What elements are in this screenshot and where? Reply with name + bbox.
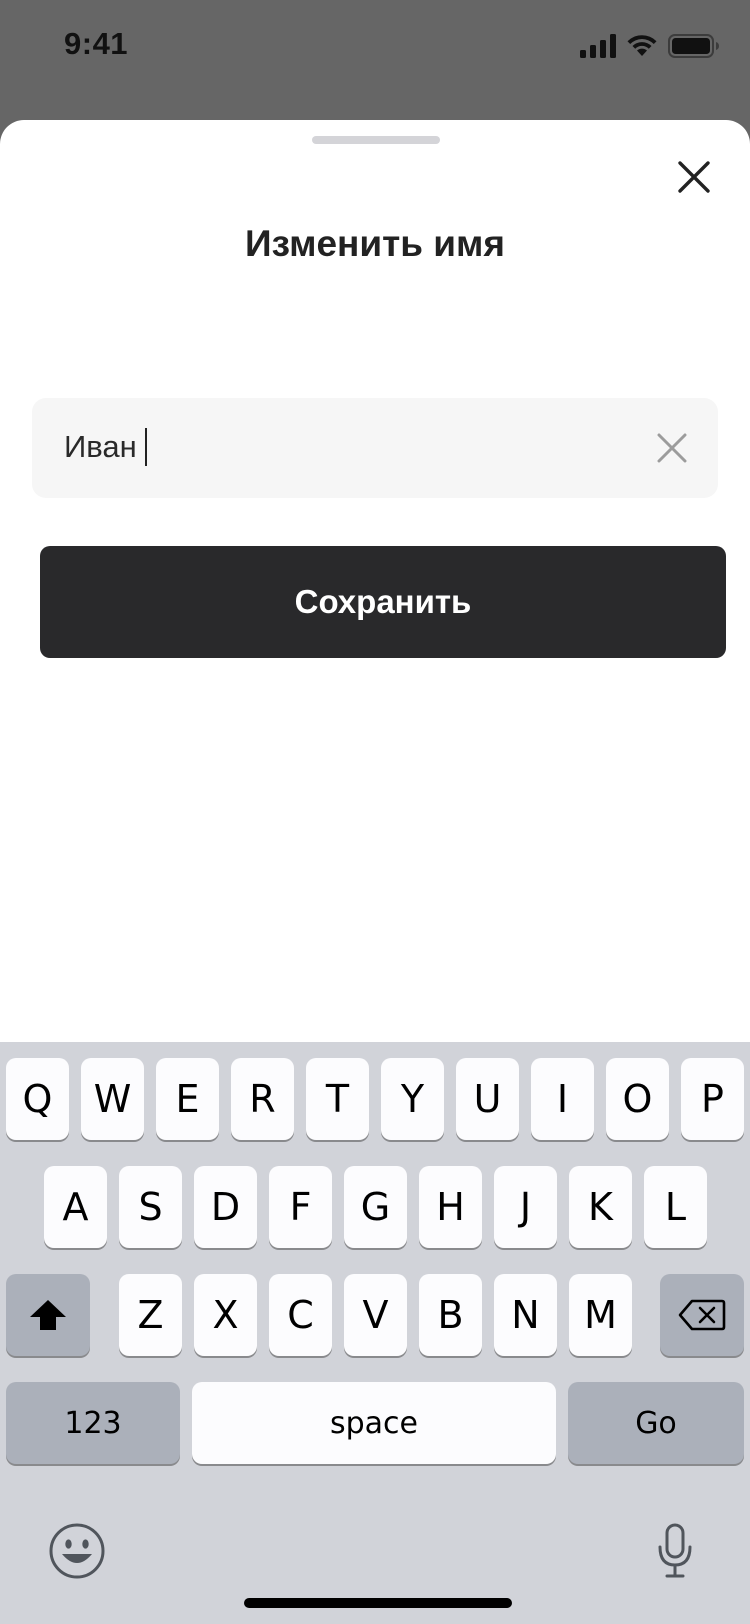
backspace-icon <box>678 1299 726 1331</box>
key-t[interactable]: T <box>306 1058 369 1140</box>
key-m[interactable]: M <box>569 1274 632 1356</box>
key-w[interactable]: W <box>81 1058 144 1140</box>
wifi-icon <box>627 35 657 56</box>
key-u[interactable]: U <box>456 1058 519 1140</box>
cellular-signal-icon <box>580 34 616 58</box>
key-q[interactable]: Q <box>6 1058 69 1140</box>
sheet-title: Изменить имя <box>245 223 505 264</box>
clear-input-button[interactable] <box>648 424 696 472</box>
emoji-button[interactable] <box>46 1520 108 1582</box>
key-e[interactable]: E <box>156 1058 219 1140</box>
status-time: 9:41 <box>64 26 129 61</box>
shift-icon <box>30 1300 66 1330</box>
key-a[interactable]: A <box>44 1166 107 1248</box>
battery-icon <box>668 34 719 58</box>
key-l[interactable]: L <box>644 1166 707 1248</box>
status-bar: 9:41 <box>0 0 750 94</box>
key-p[interactable]: P <box>681 1058 744 1140</box>
clear-icon <box>657 433 687 463</box>
key-c[interactable]: C <box>269 1274 332 1356</box>
name-input[interactable]: Иван <box>32 398 718 498</box>
key-f[interactable]: F <box>269 1166 332 1248</box>
close-button[interactable] <box>669 152 719 202</box>
key-d[interactable]: D <box>194 1166 257 1248</box>
sheet-grabber[interactable] <box>312 136 440 144</box>
delete-key[interactable] <box>660 1274 744 1356</box>
save-button[interactable]: Сохранить <box>40 546 726 658</box>
key-h[interactable]: H <box>419 1166 482 1248</box>
key-b[interactable]: B <box>419 1274 482 1356</box>
key-r[interactable]: R <box>231 1058 294 1140</box>
key-v[interactable]: V <box>344 1274 407 1356</box>
key-n[interactable]: N <box>494 1274 557 1356</box>
key-s[interactable]: S <box>119 1166 182 1248</box>
keyboard: Q W E R T Y U I O P A S D F G H J K L Z … <box>0 1042 750 1624</box>
shift-key[interactable] <box>6 1274 90 1356</box>
key-z[interactable]: Z <box>119 1274 182 1356</box>
close-icon <box>678 161 710 193</box>
key-g[interactable]: G <box>344 1166 407 1248</box>
name-input-value-wrap: Иван <box>64 428 147 466</box>
space-key[interactable]: space <box>192 1382 556 1464</box>
go-key[interactable]: Go <box>568 1382 744 1464</box>
numbers-key[interactable]: 123 <box>6 1382 180 1464</box>
microphone-button[interactable] <box>650 1518 700 1584</box>
key-o[interactable]: O <box>606 1058 669 1140</box>
key-x[interactable]: X <box>194 1274 257 1356</box>
home-indicator <box>244 1598 512 1608</box>
emoji-icon <box>49 1523 105 1579</box>
key-j[interactable]: J <box>494 1166 557 1248</box>
key-y[interactable]: Y <box>381 1058 444 1140</box>
status-icons <box>580 34 720 58</box>
name-input-value: Иван <box>64 429 137 464</box>
key-i[interactable]: I <box>531 1058 594 1140</box>
text-caret <box>144 428 147 466</box>
key-k[interactable]: K <box>569 1166 632 1248</box>
microphone-icon <box>658 1523 692 1578</box>
screen: 9:41 Изменить имя Иван Сохранить Q W E R… <box>0 0 750 1624</box>
